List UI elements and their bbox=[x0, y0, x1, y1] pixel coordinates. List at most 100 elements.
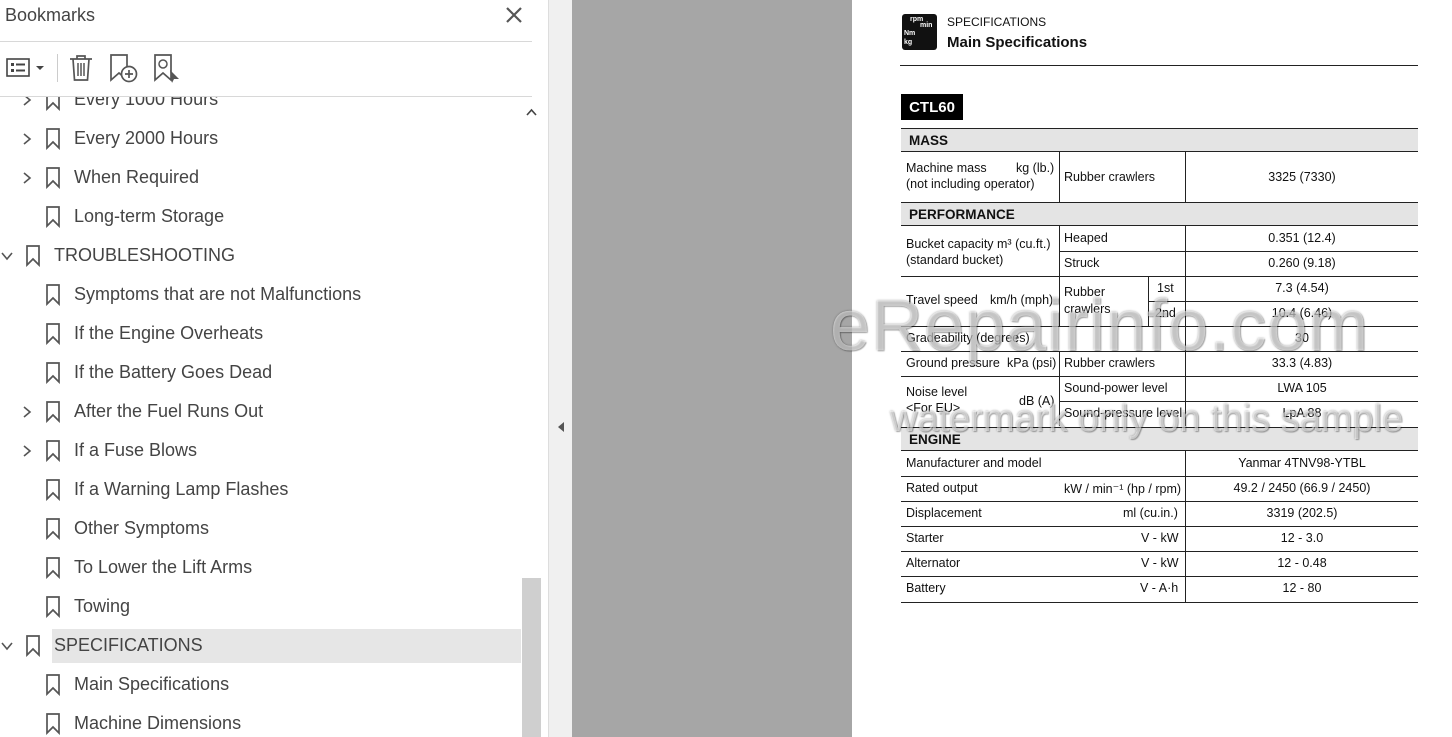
toolbar-divider bbox=[57, 54, 58, 82]
bucket-note: (standard bucket) bbox=[906, 253, 1004, 267]
watermark-note: watermark only on this sample bbox=[890, 398, 1404, 440]
bookmark-item[interactable]: Machine Dimensions bbox=[0, 707, 521, 737]
bookmark-icon bbox=[46, 401, 60, 423]
bookmark-label: Other Symptoms bbox=[74, 518, 210, 538]
panel-splitter[interactable] bbox=[548, 0, 573, 737]
starter-value: 12 - 3.0 bbox=[1280, 531, 1324, 545]
bookmark-label: When Required bbox=[74, 167, 200, 187]
scrollbar-thumb[interactable] bbox=[522, 578, 541, 737]
starter-unit: V - kW bbox=[1141, 531, 1179, 545]
bookmark-item[interactable]: If a Warning Lamp Flashes bbox=[0, 473, 521, 507]
bookmark-label: After the Fuel Runs Out bbox=[74, 401, 264, 421]
displacement-unit: ml (cu.in.) bbox=[1123, 506, 1178, 520]
section-label: SPECIFICATIONS bbox=[947, 15, 1047, 29]
chevron-down-icon[interactable] bbox=[0, 639, 14, 653]
bookmark-label: Towing bbox=[74, 596, 131, 616]
bookmark-label: Main Specifications bbox=[74, 674, 230, 694]
bookmark-item[interactable]: Long-term Storage bbox=[0, 200, 521, 234]
bookmark-icon bbox=[46, 206, 60, 228]
panel-title: Bookmarks bbox=[5, 5, 96, 25]
bookmark-icon bbox=[46, 674, 60, 696]
bookmark-label: Every 2000 Hours bbox=[74, 128, 219, 148]
bookmark-item[interactable]: SPECIFICATIONS bbox=[1, 629, 521, 663]
bookmark-label: Long-term Storage bbox=[74, 206, 225, 226]
mass-header: MASS bbox=[901, 128, 1418, 152]
alternator-value: 12 - 0.48 bbox=[1277, 556, 1327, 570]
add-bookmark-icon[interactable] bbox=[106, 52, 140, 84]
document-background bbox=[572, 0, 852, 737]
bookmark-label: If a Fuse Blows bbox=[74, 440, 198, 460]
bookmark-item[interactable]: Main Specifications bbox=[0, 668, 521, 702]
bookmark-label: If the Engine Overheats bbox=[74, 323, 264, 343]
bookmark-item[interactable]: TROUBLESHOOTING bbox=[0, 239, 521, 273]
chevron-right-icon[interactable] bbox=[20, 405, 34, 419]
bookmark-label: Machine Dimensions bbox=[74, 713, 242, 733]
bookmark-label: If a Warning Lamp Flashes bbox=[74, 479, 289, 499]
bookmark-item[interactable]: To Lower the Lift Arms bbox=[0, 551, 521, 585]
rated-output-label: Rated output bbox=[906, 481, 978, 495]
bookmark-icon bbox=[46, 479, 60, 501]
bookmark-item[interactable]: Every 2000 Hours bbox=[0, 122, 521, 156]
bookmark-item[interactable]: Towing bbox=[0, 590, 521, 624]
bookmark-item[interactable]: When Required bbox=[0, 161, 521, 195]
bookmark-icon bbox=[26, 245, 40, 267]
battery-label: Battery bbox=[906, 581, 946, 595]
bookmark-label: Every 1000 Hours bbox=[74, 97, 219, 109]
bookmark-item[interactable]: If the Battery Goes Dead bbox=[0, 356, 521, 390]
bookmark-icon bbox=[46, 128, 60, 150]
manufacturer-label: Manufacturer and model bbox=[906, 456, 1042, 470]
bookmark-icon bbox=[46, 323, 60, 345]
bookmarks-panel: Bookmarks Every 1000 Hours Every 2000 Hou… bbox=[0, 0, 548, 737]
machine-mass-unit: kg (lb.) bbox=[1016, 161, 1055, 175]
struck-value: 0.260 (9.18) bbox=[1268, 256, 1336, 270]
bookmark-item[interactable]: Every 1000 Hours bbox=[0, 97, 521, 117]
chevron-right-icon[interactable] bbox=[20, 97, 34, 107]
bookmark-label: TROUBLESHOOTING bbox=[54, 245, 236, 265]
bookmark-item[interactable]: If the Engine Overheats bbox=[0, 317, 521, 351]
bookmark-icon bbox=[46, 167, 60, 189]
bookmark-icon bbox=[46, 518, 60, 540]
machine-mass-note: (not including operator) bbox=[906, 177, 1035, 191]
bookmark-item[interactable]: If a Fuse Blows bbox=[0, 434, 521, 468]
performance-header: PERFORMANCE bbox=[901, 202, 1418, 226]
chevron-down-icon[interactable] bbox=[0, 249, 14, 263]
bookmark-icon bbox=[46, 557, 60, 579]
collapse-panel-icon[interactable] bbox=[556, 421, 566, 433]
close-icon[interactable] bbox=[503, 4, 525, 26]
bookmark-icon bbox=[46, 596, 60, 618]
document-page: rpm min Nm kg SPECIFICATIONS Main Specif… bbox=[852, 0, 1452, 737]
bookmark-tree: Every 1000 Hours Every 2000 Hours When Req… bbox=[0, 97, 522, 737]
chevron-right-icon[interactable] bbox=[20, 444, 34, 458]
battery-unit: V - A·h bbox=[1140, 581, 1179, 595]
bookmark-label: If the Battery Goes Dead bbox=[74, 362, 273, 382]
heaped-label: Heaped bbox=[1064, 231, 1108, 245]
machine-mass-label: Machine mass bbox=[906, 161, 987, 175]
bookmark-label: Symptoms that are not Malfunctions bbox=[74, 284, 362, 304]
scroll-up-icon[interactable] bbox=[525, 106, 538, 119]
displacement-value: 3319 (202.5) bbox=[1266, 506, 1338, 520]
rated-output-unit: kW / min⁻¹ (hp / rpm) bbox=[1064, 482, 1182, 496]
chevron-right-icon[interactable] bbox=[20, 171, 34, 185]
sound-power-label: Sound-power level bbox=[1064, 381, 1168, 395]
options-menu-icon[interactable] bbox=[5, 52, 47, 84]
find-bookmark-icon[interactable] bbox=[150, 52, 184, 84]
noise-level-label: Noise level bbox=[906, 385, 968, 399]
bookmark-icon bbox=[26, 635, 40, 657]
divider bbox=[0, 41, 532, 42]
trash-icon[interactable] bbox=[66, 52, 96, 84]
alternator-unit: V - kW bbox=[1141, 556, 1179, 570]
bookmark-item[interactable]: Symptoms that are not Malfunctions bbox=[0, 278, 521, 312]
displacement-label: Displacement bbox=[906, 506, 982, 520]
alternator-label: Alternator bbox=[906, 556, 961, 570]
bookmark-item[interactable]: After the Fuel Runs Out bbox=[0, 395, 521, 429]
chevron-right-icon[interactable] bbox=[20, 132, 34, 146]
model-badge: CTL60 bbox=[901, 94, 963, 120]
starter-label: Starter bbox=[906, 531, 944, 545]
bookmark-icon bbox=[46, 97, 60, 111]
battery-value: 12 - 80 bbox=[1282, 581, 1322, 595]
rated-output-value: 49.2 / 2450 (66.9 / 2450) bbox=[1233, 481, 1371, 495]
bookmark-item[interactable]: Other Symptoms bbox=[0, 512, 521, 546]
page-title: Main Specifications bbox=[947, 34, 1088, 51]
divider bbox=[900, 65, 1418, 66]
watermark-logo: eRepairinfo.com bbox=[830, 286, 1370, 366]
